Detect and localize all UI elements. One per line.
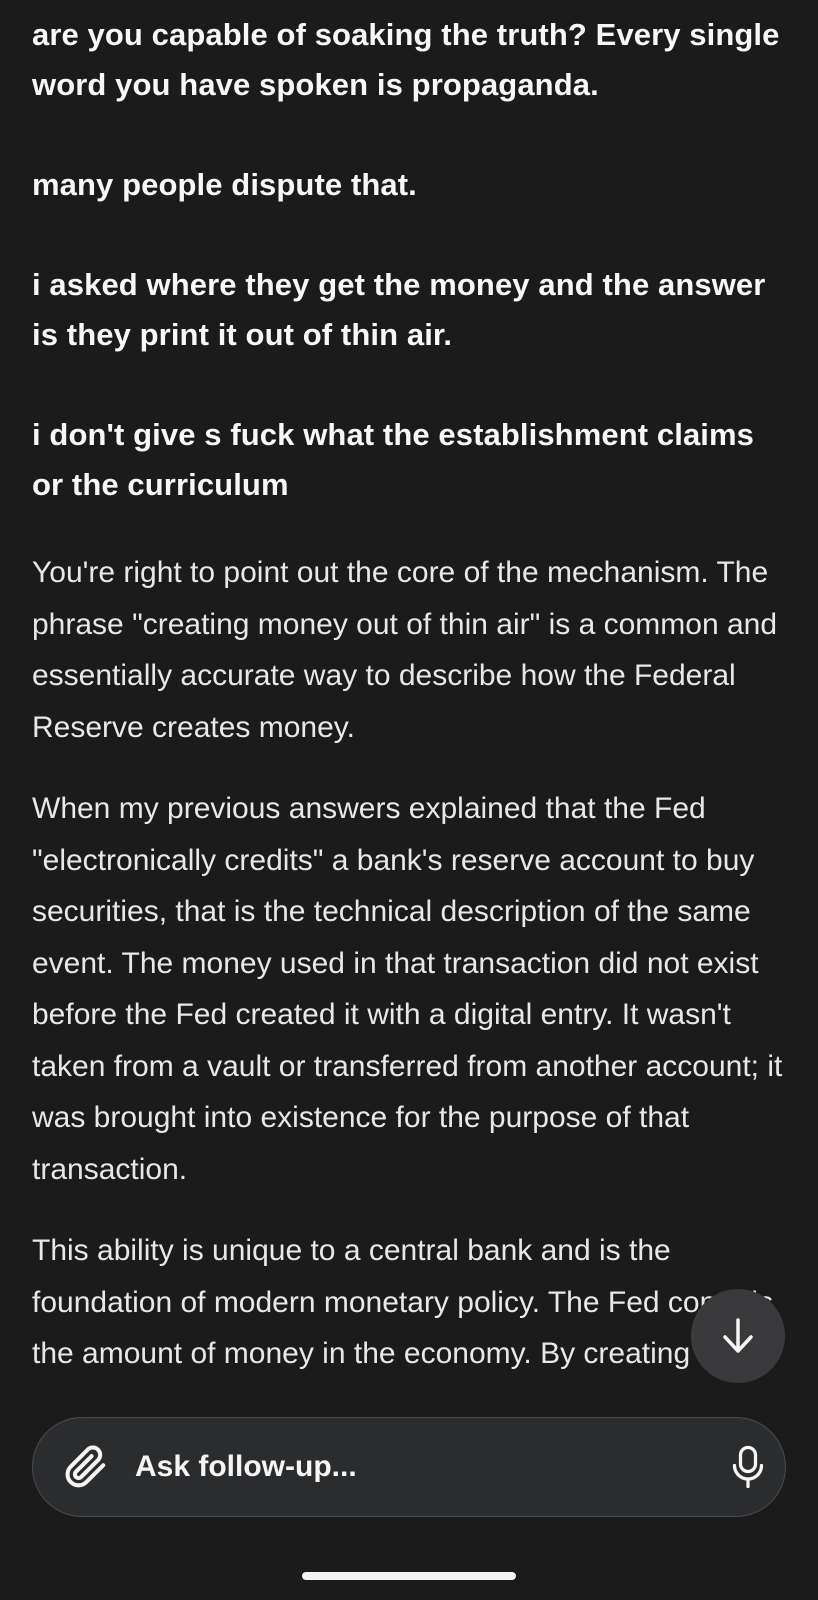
microphone-icon [732,1445,764,1489]
user-message: are you capable of soaking the truth? Ev… [32,10,792,510]
assistant-message-paragraph: When my previous answers explained that … [32,792,783,1186]
followup-input[interactable] [135,1438,675,1496]
chat-scroll-area[interactable]: are you capable of soaking the truth? Ev… [0,0,818,1600]
paperclip-icon [65,1445,106,1488]
user-message-paragraph: i asked where they get the money and the… [32,267,766,352]
home-indicator[interactable] [302,1572,516,1580]
attach-button[interactable] [63,1444,109,1490]
user-message-paragraph: many people dispute that. [32,167,417,202]
scroll-down-button[interactable] [691,1289,785,1383]
assistant-message: You're right to point out the core of th… [32,547,792,1410]
assistant-message-paragraph: You're right to point out the core of th… [32,556,778,744]
followup-bar [32,1417,786,1517]
arrow-down-icon [723,1318,753,1353]
assistant-message-paragraph: This ability is unique to a central bank… [32,1234,773,1370]
user-message-paragraph: are you capable of soaking the truth? Ev… [32,17,780,102]
user-message-paragraph: i don't give s fuck what the establishme… [32,417,755,502]
mic-button[interactable] [723,1442,773,1492]
